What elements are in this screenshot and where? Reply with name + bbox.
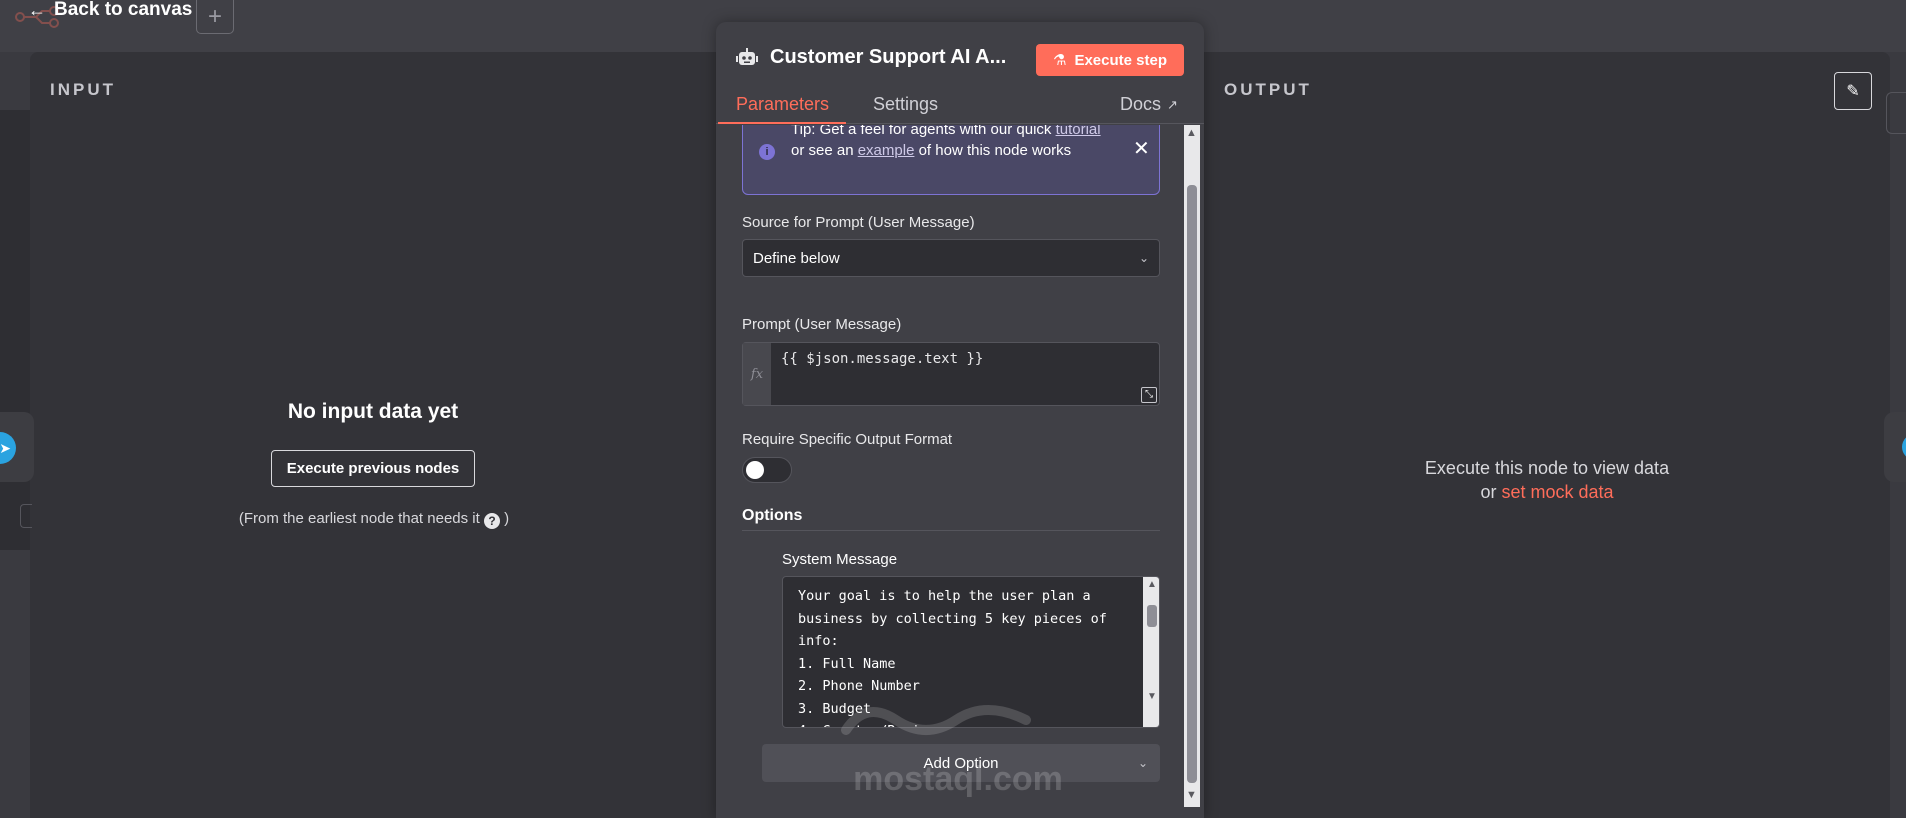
system-message-scrollbar[interactable]: ▲ ▼ (1143, 577, 1159, 727)
scroll-down-icon[interactable]: ▼ (1147, 691, 1157, 702)
arrow-left-icon: ← (28, 0, 46, 20)
flask-icon: ⚗ (1053, 52, 1067, 69)
left-edge-control (20, 504, 32, 528)
node-header: Customer Support AI A... ⚗ Execute step … (716, 22, 1204, 124)
question-icon[interactable]: ? (483, 513, 500, 529)
scroll-up-icon[interactable]: ▲ (1147, 579, 1157, 590)
output-message: Execute this node to view data (1424, 458, 1670, 478)
options-divider (742, 530, 1160, 531)
output-pane-title: OUTPUT (1224, 80, 1312, 99)
info-icon: i (759, 144, 775, 160)
system-message-value: Your goal is to help the user plan a bus… (798, 588, 1107, 727)
chevron-down-icon: ⌄ (1138, 251, 1149, 265)
robot-icon (736, 48, 758, 65)
input-note-text: (From the earliest node that needs it (238, 510, 480, 527)
pencil-icon: ✎ (1846, 83, 1860, 100)
scroll-thumb[interactable] (1187, 185, 1197, 783)
tutorial-link[interactable]: tutorial (1056, 125, 1101, 138)
output-format-label: Require Specific Output Format (742, 431, 953, 448)
edit-output-button[interactable]: ✎ (1834, 72, 1872, 110)
tip-callout: i Tip: Get a feel for agents with our qu… (742, 125, 1160, 195)
add-tab-button[interactable]: + (196, 0, 234, 34)
scroll-down-icon[interactable]: ▼ (1186, 789, 1197, 801)
tab-parameters[interactable]: Parameters (736, 94, 829, 115)
tip-line1: Tip: Get a feel for agents with our quic… (791, 125, 1052, 138)
execute-step-label: Execute step (1074, 51, 1167, 69)
add-option-label: Add Option (923, 754, 999, 772)
tab-settings[interactable]: Settings (873, 94, 938, 115)
node-title[interactable]: Customer Support AI A... (770, 46, 1006, 69)
telegram-icon (1902, 434, 1906, 460)
scroll-thumb[interactable] (1147, 605, 1157, 627)
telegram-icon: ➤ (0, 432, 16, 464)
node-settings-panel: Customer Support AI A... ⚗ Execute step … (716, 22, 1204, 818)
input-note-close: ) (504, 510, 510, 527)
input-note: (From the earliest node that needs it ? … (216, 510, 532, 529)
input-node-handle[interactable]: ➤ (0, 412, 34, 482)
options-heading: Options (742, 507, 803, 524)
output-node-handle[interactable] (1884, 412, 1906, 482)
expand-icon[interactable]: ⤡ (1141, 387, 1157, 403)
execute-previous-nodes-button[interactable]: Execute previous nodes (270, 450, 476, 487)
scroll-up-icon[interactable]: ▲ (1186, 127, 1197, 139)
no-input-heading: No input data yet (287, 400, 459, 423)
input-pane-title: INPUT (50, 80, 116, 99)
external-link-icon: ↗ (1167, 96, 1178, 112)
prompt-expression-input[interactable]: fx {{ $json.message.text }} ⤡ (742, 342, 1160, 406)
panel-scrollbar[interactable]: ▲ ▼ (1184, 125, 1200, 807)
back-to-canvas-link[interactable]: ← Back to canvas (28, 0, 192, 20)
close-icon[interactable]: ✕ (1133, 136, 1150, 161)
source-prompt-value: Define below (753, 249, 840, 267)
example-link[interactable]: example (858, 142, 915, 159)
source-prompt-select[interactable]: Define below ⌄ (742, 239, 1160, 277)
output-format-toggle[interactable] (742, 457, 792, 483)
set-mock-data-link[interactable]: set mock data (1501, 482, 1613, 502)
tip-end: of how this node works (918, 142, 1072, 159)
active-tab-indicator (718, 122, 846, 124)
system-message-textarea[interactable]: Your goal is to help the user plan a bus… (782, 576, 1160, 728)
prompt-label: Prompt (User Message) (742, 316, 902, 333)
background-sidebar (0, 110, 30, 550)
chevron-down-icon: ⌄ (1137, 756, 1148, 770)
execute-step-button[interactable]: ⚗ Execute step (1036, 44, 1184, 76)
tip-text: Tip: Get a feel for agents with our quic… (791, 125, 1111, 161)
back-to-canvas-label: Back to canvas (54, 0, 193, 20)
right-edge-control (1886, 92, 1906, 134)
add-option-button[interactable]: Add Option ⌄ (762, 744, 1160, 782)
output-empty-state: Execute this node to view data or set mo… (1382, 456, 1712, 504)
system-message-label: System Message (782, 551, 898, 568)
docs-label: Docs (1120, 94, 1162, 114)
input-empty-state: No input data yet Execute previous nodes (230, 400, 516, 487)
output-or-label: or (1480, 482, 1497, 502)
fx-icon: fx (743, 343, 771, 405)
tab-docs[interactable]: Docs ↗ (1120, 94, 1178, 115)
parameters-scroll-area: i Tip: Get a feel for agents with our qu… (716, 125, 1204, 818)
prompt-expression-value: {{ $json.message.text }} (781, 351, 984, 367)
source-prompt-label: Source for Prompt (User Message) (742, 214, 975, 231)
tip-mid: or see an (791, 142, 854, 159)
toggle-knob (746, 461, 764, 479)
